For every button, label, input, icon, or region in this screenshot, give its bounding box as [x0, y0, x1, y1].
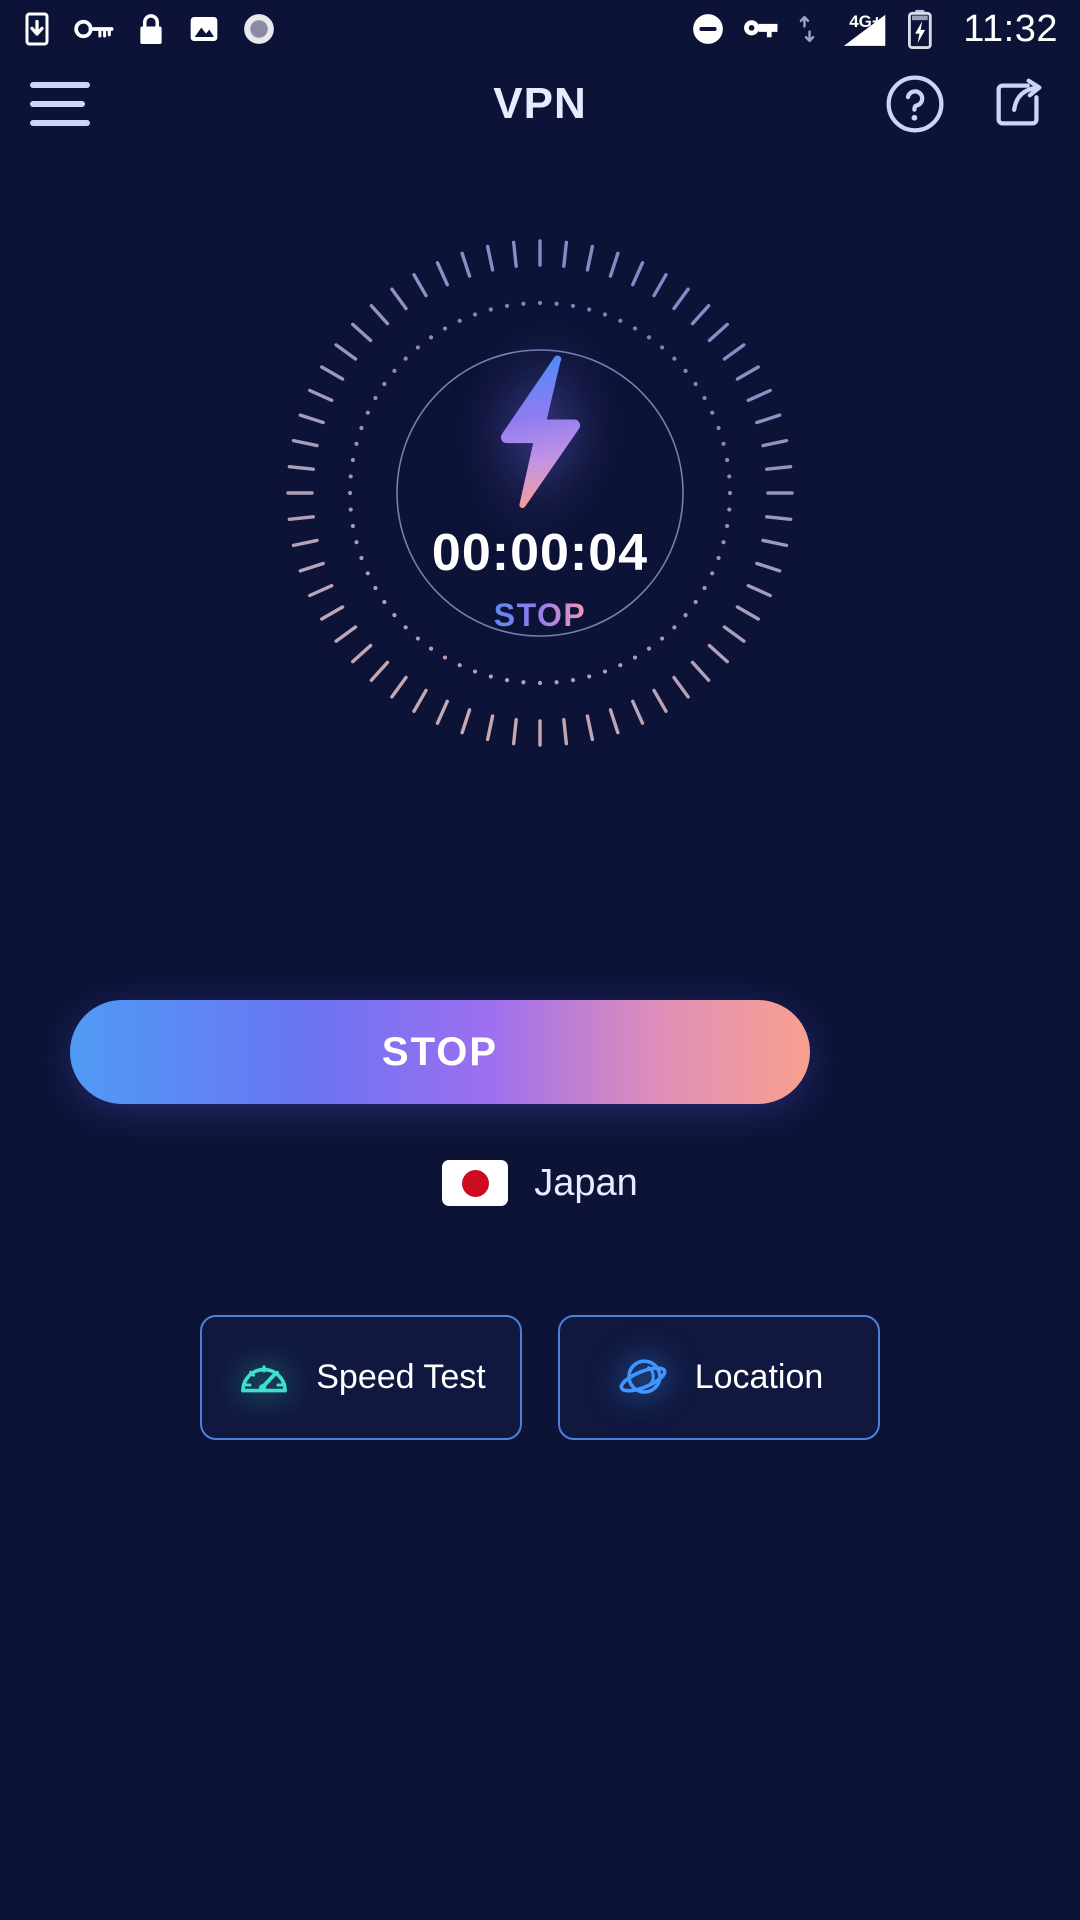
speed-test-button[interactable]: Speed Test [200, 1315, 522, 1440]
image-icon [190, 17, 218, 41]
data-transfer-icon [799, 15, 815, 43]
status-bar-clock: 11:32 [963, 8, 1058, 50]
download-to-phone-icon [25, 12, 49, 46]
vpn-key-icon [744, 20, 778, 38]
status-bar-right-icons: 4G+ 11:32 [691, 7, 1058, 51]
vpn-key-icon [74, 19, 114, 39]
hamburger-menu-icon[interactable] [30, 82, 90, 126]
speedometer-icon [241, 1364, 288, 1392]
battery-charging-icon [908, 9, 932, 49]
dial-status-label: STOP [493, 596, 587, 633]
location-label: Location [694, 1358, 824, 1396]
record-icon [244, 14, 274, 44]
lock-icon [140, 14, 162, 44]
flag-red-circle [461, 1169, 489, 1197]
do-not-disturb-icon [693, 14, 724, 44]
globe-ring-icon [619, 1358, 667, 1394]
status-bar-left-icons [22, 12, 276, 46]
action-tiles: Speed Test Location [0, 1315, 1080, 1440]
dial-content: 00:00:04 STOP [275, 228, 805, 758]
vpn-app-screen: 4G+ 11:32 VPN 00:00:04 STOP STOP Japan S… [0, 0, 1080, 1920]
header-actions [884, 73, 1050, 135]
connection-dial[interactable]: 00:00:04 STOP [275, 228, 805, 758]
speed-test-label: Speed Test [316, 1358, 486, 1396]
stop-button-label: STOP [381, 1029, 499, 1074]
help-circle-icon[interactable] [884, 73, 946, 135]
lightning-bolt-icon [500, 354, 581, 508]
share-icon[interactable] [988, 73, 1050, 135]
stop-button[interactable]: STOP [70, 1000, 810, 1104]
japan-flag-icon [442, 1160, 509, 1206]
country-name-label: Japan [534, 1161, 638, 1204]
location-button[interactable]: Location [558, 1315, 880, 1440]
network-type-label: 4G+ [849, 12, 882, 31]
signal-indicator: 4G+ [833, 7, 891, 51]
status-bar: 4G+ 11:32 [0, 0, 1080, 58]
session-timer: 00:00:04 [431, 523, 649, 582]
app-header: VPN [0, 58, 1080, 150]
selected-country[interactable]: Japan [0, 1160, 1080, 1206]
